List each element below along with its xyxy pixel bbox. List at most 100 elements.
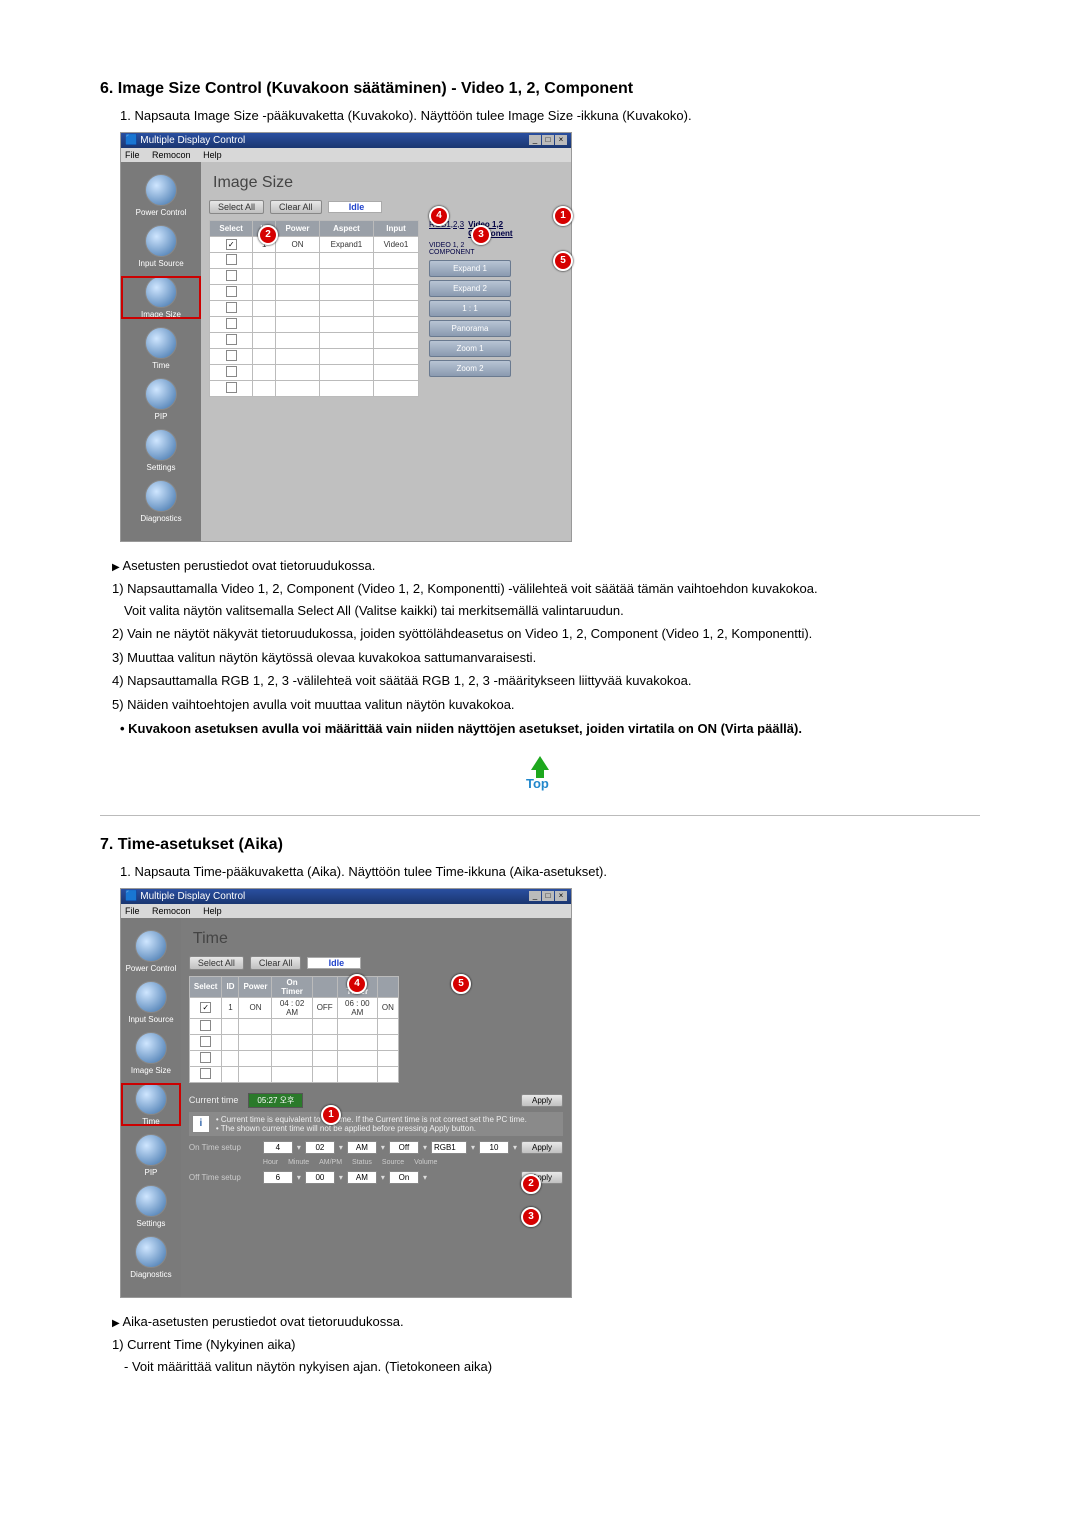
sidebar-settings-label: Settings — [121, 1219, 181, 1228]
table-row[interactable] — [189, 1066, 398, 1082]
minimize-icon[interactable]: _ — [529, 891, 541, 901]
select-all-button[interactable]: Select All — [189, 956, 244, 970]
s7-para1: 1. Napsauta Time-pääkuvaketta (Aika). Nä… — [120, 862, 980, 882]
aspect-expand1[interactable]: Expand 1 — [429, 260, 511, 277]
image-size-table: Select ID Power Aspect Input 1 ON Expand… — [209, 220, 419, 397]
row-checkbox[interactable] — [200, 1068, 211, 1079]
sidebar-power[interactable]: Power Control — [121, 930, 181, 973]
row-checkbox[interactable] — [200, 1020, 211, 1031]
callout-3: 3 — [471, 225, 491, 245]
table-row[interactable] — [189, 1018, 398, 1034]
window-title: Multiple Display Control — [140, 135, 245, 146]
sidebar-time[interactable]: Time — [121, 1083, 181, 1126]
row-checkbox[interactable] — [200, 1036, 211, 1047]
off-status-select[interactable] — [389, 1171, 419, 1184]
aspect-expand2[interactable]: Expand 2 — [429, 280, 511, 297]
clear-all-button[interactable]: Clear All — [270, 200, 322, 214]
row-checkbox[interactable] — [226, 254, 237, 265]
info-icon: i — [192, 1115, 210, 1133]
callout-1: 1 — [553, 206, 573, 226]
off-ampm-select[interactable] — [347, 1171, 377, 1184]
col-select: Select — [189, 976, 222, 997]
row-checkbox[interactable] — [226, 382, 237, 393]
on-volume-input[interactable] — [479, 1141, 509, 1154]
s6-note5: 5) Näiden vaihtoehtojen avulla voit muut… — [112, 695, 980, 715]
top-link[interactable]: Top — [100, 758, 980, 795]
table-row[interactable] — [210, 268, 419, 284]
callout-4: 4 — [347, 974, 367, 994]
table-row[interactable] — [210, 316, 419, 332]
table-row[interactable] — [210, 252, 419, 268]
sidebar-diagnostics[interactable]: Diagnostics — [121, 1236, 181, 1279]
s6-note1: 1) Napsauttamalla Video 1, 2, Component … — [112, 579, 980, 599]
time-icon — [135, 1083, 167, 1115]
menu-remocon[interactable]: Remocon — [152, 150, 191, 160]
sidebar-power[interactable]: Power Control — [121, 174, 201, 217]
sidebar-settings[interactable]: Settings — [121, 1185, 181, 1228]
sidebar-time-label: Time — [121, 1117, 181, 1126]
menu-remocon[interactable]: Remocon — [152, 906, 191, 916]
row-checkbox[interactable] — [226, 350, 237, 361]
on-ampm-select[interactable] — [347, 1141, 377, 1154]
maximize-icon[interactable]: □ — [542, 891, 554, 901]
title-bar: 🟦 Multiple Display Control _ □ × — [121, 889, 571, 904]
cell-input: Video1 — [374, 236, 419, 252]
menu-help[interactable]: Help — [203, 906, 222, 916]
sidebar-image-size[interactable]: Image Size — [121, 276, 201, 319]
aspect-zoom1[interactable]: Zoom 1 — [429, 340, 511, 357]
on-hour-input[interactable] — [263, 1141, 293, 1154]
aspect-1-1[interactable]: 1 : 1 — [429, 300, 511, 317]
on-minute-input[interactable] — [305, 1141, 335, 1154]
row-checkbox[interactable] — [200, 1052, 211, 1063]
on-source-select[interactable] — [431, 1141, 467, 1154]
sidebar-pip[interactable]: PIP — [121, 1134, 181, 1177]
row-checkbox[interactable] — [226, 366, 237, 377]
sidebar-pip[interactable]: PIP — [121, 378, 201, 421]
apply-on-time-button[interactable]: Apply — [521, 1141, 563, 1154]
row-checkbox[interactable] — [226, 286, 237, 297]
row-checkbox[interactable] — [226, 334, 237, 345]
sidebar-image-size[interactable]: Image Size — [121, 1032, 181, 1075]
menu-file[interactable]: File — [125, 150, 140, 160]
s6-note4: 4) Napsauttamalla RGB 1, 2, 3 -välilehte… — [112, 671, 980, 691]
sidebar-settings[interactable]: Settings — [121, 429, 201, 472]
table-row[interactable] — [210, 300, 419, 316]
off-minute-input[interactable] — [305, 1171, 335, 1184]
table-row[interactable]: 1 ON 04 : 02 AM OFF 06 : 00 AM ON — [189, 997, 398, 1018]
table-row[interactable] — [210, 380, 419, 396]
sidebar-time[interactable]: Time — [121, 327, 201, 370]
table-row[interactable]: 1 ON Expand1 Video1 — [210, 236, 419, 252]
section6-heading: 6. Image Size Control (Kuvakoon säätämin… — [100, 80, 980, 98]
row-checkbox[interactable] — [226, 270, 237, 281]
table-row[interactable] — [189, 1034, 398, 1050]
sidebar-input[interactable]: Input Source — [121, 981, 181, 1024]
apply-current-time-button[interactable]: Apply — [521, 1094, 563, 1107]
table-row[interactable] — [189, 1050, 398, 1066]
maximize-icon[interactable]: □ — [542, 135, 554, 145]
table-row[interactable] — [210, 364, 419, 380]
row-checkbox[interactable] — [200, 1002, 211, 1013]
callout-3: 3 — [521, 1207, 541, 1227]
row-checkbox[interactable] — [226, 318, 237, 329]
col-id: ID — [222, 976, 239, 997]
aspect-zoom2[interactable]: Zoom 2 — [429, 360, 511, 377]
sidebar-input[interactable]: Input Source — [121, 225, 201, 268]
sidebar: Power Control Input Source Image Size Ti… — [121, 162, 201, 541]
close-icon[interactable]: × — [555, 135, 567, 145]
row-checkbox[interactable] — [226, 239, 237, 250]
row-checkbox[interactable] — [226, 302, 237, 313]
menu-help[interactable]: Help — [203, 150, 222, 160]
on-status-select[interactable] — [389, 1141, 419, 1154]
table-row[interactable] — [210, 284, 419, 300]
sidebar-diagnostics[interactable]: Diagnostics — [121, 480, 201, 523]
close-icon[interactable]: × — [555, 891, 567, 901]
table-row[interactable] — [210, 348, 419, 364]
select-all-button[interactable]: Select All — [209, 200, 264, 214]
s6-bold-note: Kuvakoon asetuksen avulla voi määrittää … — [120, 720, 980, 738]
clear-all-button[interactable]: Clear All — [250, 956, 302, 970]
table-row[interactable] — [210, 332, 419, 348]
aspect-panorama[interactable]: Panorama — [429, 320, 511, 337]
off-hour-input[interactable] — [263, 1171, 293, 1184]
menu-file[interactable]: File — [125, 906, 140, 916]
minimize-icon[interactable]: _ — [529, 135, 541, 145]
